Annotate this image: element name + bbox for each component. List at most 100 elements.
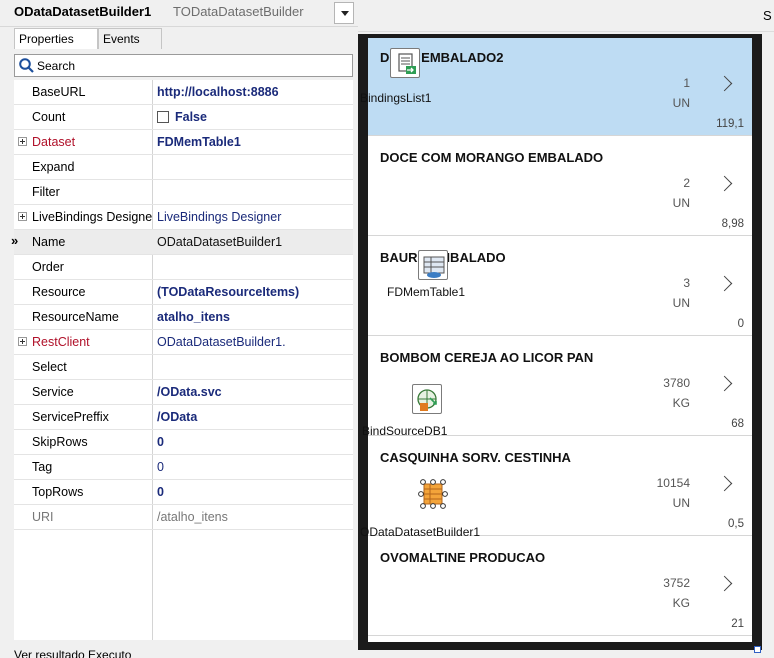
list-item-quantity: 3 [683,276,690,290]
property-row[interactable]: Select [14,355,353,380]
property-value[interactable]: LiveBindings Designer [157,210,353,224]
chevron-right-icon[interactable] [716,375,733,392]
list-item-quantity: 2 [683,176,690,190]
property-row[interactable]: BaseURL http://localhost:8886 [14,80,353,105]
object-inspector: ODataDatasetBuilder1 TODataDatasetBuilde… [0,0,358,658]
property-row[interactable]: Order [14,255,353,280]
search-input[interactable]: Search [14,54,353,77]
chevron-right-icon[interactable] [716,275,733,292]
property-value[interactable]: (TODataResourceItems) [157,285,353,299]
object-selector[interactable]: ODataDatasetBuilder1 TODataDatasetBuilde… [0,0,358,27]
property-name: Tag [32,460,53,474]
property-name: Resource [32,285,86,299]
chevron-right-icon[interactable] [716,75,733,92]
bind-source-icon [412,384,442,414]
property-name: URI [32,510,54,524]
property-value[interactable]: FDMemTable1 [157,135,353,149]
property-value[interactable]: 0 [157,435,353,449]
tab-properties[interactable]: Properties [14,28,98,49]
property-name: Dataset [32,135,76,149]
component-bindingslist1[interactable]: BindingsList1 [360,45,470,109]
property-value[interactable]: /OData.svc [157,385,353,399]
form-frame: DOCE EMBALADO2 1 UN 119,1 DOCE COM MORANGO E… [358,34,762,650]
expand-icon[interactable] [18,337,27,346]
property-value[interactable]: atalho_itens [157,310,353,324]
property-value-text: False [175,110,207,124]
list-item-unit: UN [672,496,690,510]
component-fdmemtable1[interactable]: FDMemTable1 [385,249,495,313]
memtable-icon [418,250,448,280]
list-item[interactable]: DOCE COM MORANGO EMBALADO 2 UN 8,98 [368,138,752,236]
tab-events[interactable]: Events [98,28,162,49]
list-item-unit: KG [672,396,690,410]
component-bindsourcedb1[interactable]: BindSourceDB1 [360,378,480,442]
chevron-down-icon[interactable] [334,2,354,24]
property-name: TopRows [32,485,84,499]
property-row[interactable]: Dataset FDMemTable1 [14,130,353,155]
property-row[interactable]: LiveBindings Designer LiveBindings Design… [14,205,353,230]
designer-toolbar: S [358,0,774,32]
property-row[interactable]: RestClient ODataDatasetBuilder1. [14,330,353,355]
list-item-unit: UN [672,296,690,310]
property-row[interactable]: Expand [14,155,353,180]
property-row[interactable]: ServicePreffix/OData [14,405,353,430]
property-value[interactable]: /OData [157,410,353,424]
property-row[interactable]: Resource (TODataResourceItems) [14,280,353,305]
chevron-right-icon[interactable] [716,475,733,492]
property-row[interactable]: Count False [14,105,353,130]
property-value[interactable]: 0 [157,460,353,474]
property-name: SkipRows [32,435,88,449]
checkbox[interactable] [157,111,169,123]
component-label: ODataDatasetBuilder1 [360,525,481,539]
list-view[interactable]: DOCE EMBALADO2 1 UN 119,1 DOCE COM MORANGO E… [368,38,752,642]
property-name: Service [32,385,74,399]
property-value[interactable]: False [157,110,353,124]
property-value[interactable]: /atalho_itens [157,510,353,524]
property-row[interactable]: Service/OData.svc [14,380,353,405]
search-icon [19,58,34,73]
list-item-quantity: 3752 [663,576,690,590]
object-type: TODataDatasetBuilder [173,4,304,19]
list-item-quantity: 10154 [656,476,690,490]
toolbar-text: S [763,8,772,23]
list-item-unit: UN [672,96,690,110]
chevron-right-icon[interactable] [716,575,733,592]
property-value[interactable]: 0 [157,485,353,499]
property-row[interactable]: URI/atalho_itens [14,505,353,530]
property-row[interactable]: ResourceName atalho_itens [14,305,353,330]
object-name: ODataDatasetBuilder1 [14,4,152,19]
list-item-unit: UN [672,196,690,210]
list-item-detail: 21 [731,618,744,630]
expand-icon[interactable] [18,137,27,146]
expand-icon[interactable] [18,212,27,221]
property-row[interactable]: SkipRows 0 [14,430,353,455]
property-value[interactable]: ODataDatasetBuilder1. [157,335,353,349]
component-label: BindingsList1 [360,91,432,105]
list-item-detail: 119,1 [716,118,744,130]
search-placeholder: Search [37,59,76,73]
component-odatadatasetbuilder1[interactable]: ODataDatasetBuilder1 [360,474,520,539]
list-item-title: DOCE COM MORANGO EMBALADO [380,150,604,165]
property-name: Select [32,360,67,374]
current-row-icon: » [11,233,19,248]
property-name: RestClient [32,335,90,349]
list-item-title: CASQUINHA SORV. CESTINHA [380,450,571,465]
property-row[interactable]: Name » ODataDatasetBuilder1 [11,230,353,255]
property-value[interactable]: ODataDatasetBuilder1 [157,235,353,249]
property-row[interactable]: Tag 0 [14,455,353,480]
property-value[interactable]: http://localhost:8886 [157,85,353,99]
property-name: Filter [32,185,60,199]
odata-builder-icon [416,477,450,511]
resize-handle[interactable] [754,646,761,653]
bindings-list-icon [390,48,420,78]
component-label: BindSourceDB1 [362,424,448,438]
chevron-right-icon[interactable] [716,175,733,192]
component-label: FDMemTable1 [387,285,466,299]
list-item[interactable]: OVOMALTINE PRODUCAO 3752 KG 21 [368,538,752,636]
property-row[interactable]: TopRows 0 [14,480,353,505]
property-row[interactable]: Filter [14,180,353,205]
list-item-title: OVOMALTINE PRODUCAO [380,550,546,565]
list-item-detail: 68 [731,418,744,430]
list-item-quantity: 1 [683,76,690,90]
property-name: BaseURL [32,85,86,99]
